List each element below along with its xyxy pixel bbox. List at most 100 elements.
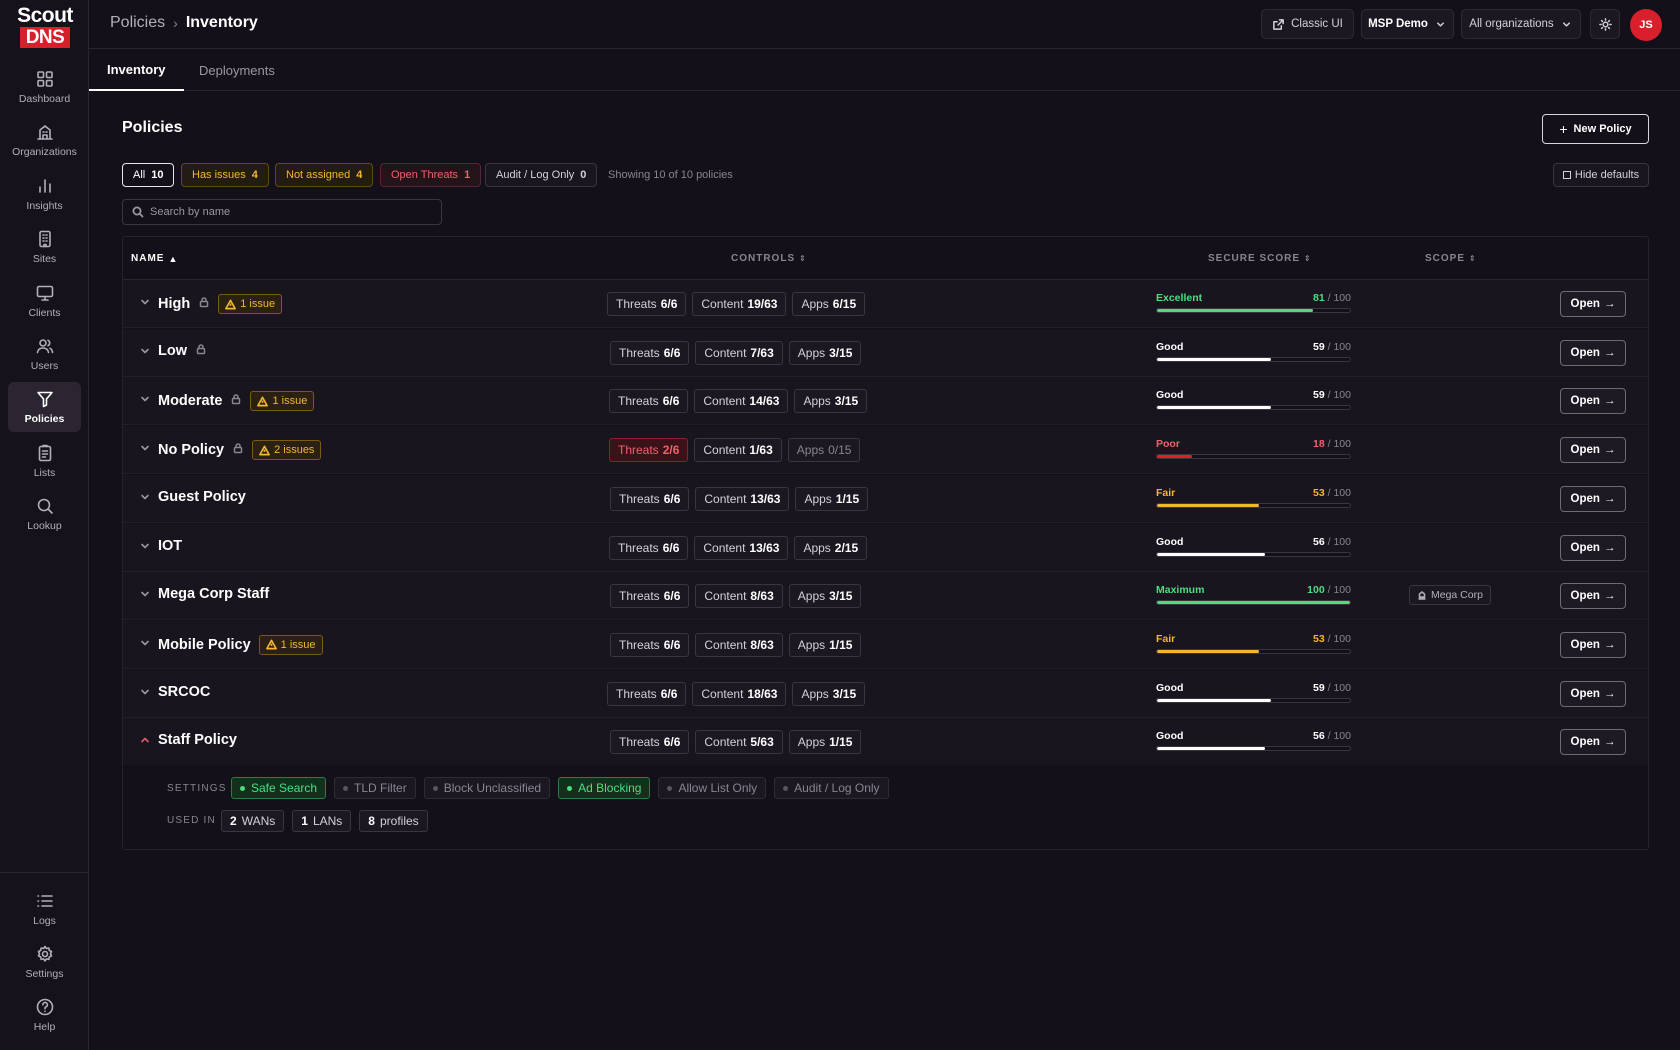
user-avatar[interactable]: JS bbox=[1630, 9, 1662, 41]
policy-name[interactable]: Mobile Policy bbox=[158, 637, 251, 653]
policy-name[interactable]: SRCOC bbox=[158, 684, 210, 700]
column-scope[interactable]: SCOPE ⇕ bbox=[1425, 253, 1477, 264]
open-policy-button[interactable]: Open → bbox=[1560, 583, 1626, 610]
content-control[interactable]: Content 7/63 bbox=[695, 340, 783, 365]
hide-defaults-toggle[interactable]: Hide defaults bbox=[1553, 163, 1649, 187]
policy-name[interactable]: Low bbox=[158, 343, 187, 359]
issue-badge[interactable]: 1 issue bbox=[258, 634, 323, 655]
table-row[interactable]: SRCOC Threats 6/6 Content 18/63 Apps 3/15 Good 5… bbox=[123, 669, 1648, 718]
sidebar-item-help[interactable]: Help bbox=[8, 990, 81, 1040]
classic-ui-button[interactable]: Classic UI bbox=[1261, 9, 1354, 39]
used-in-chip[interactable]: 2 WANs bbox=[221, 810, 285, 832]
policy-name[interactable]: Mega Corp Staff bbox=[158, 586, 269, 602]
filter-all[interactable]: All 10 bbox=[122, 163, 175, 187]
chevron-down-icon[interactable] bbox=[139, 588, 153, 602]
column-controls[interactable]: CONTROLS ⇕ bbox=[731, 253, 807, 264]
apps-control[interactable]: Apps 3/15 bbox=[788, 340, 862, 365]
chevron-down-icon[interactable] bbox=[139, 442, 153, 456]
sidebar-item-logs[interactable]: Logs bbox=[8, 884, 81, 934]
apps-control[interactable]: Apps 3/15 bbox=[792, 681, 866, 706]
filter-has-issues[interactable]: Has issues 4 bbox=[181, 163, 269, 187]
tab-inventory[interactable]: Inventory bbox=[89, 49, 184, 91]
sidebar-item-settings[interactable]: Settings bbox=[8, 937, 81, 987]
filter-open-threats[interactable]: Open Threats 1 bbox=[380, 163, 482, 187]
policy-name[interactable]: IOT bbox=[158, 538, 182, 554]
sidebar-item-organizations[interactable]: Organizations bbox=[8, 115, 81, 165]
table-row[interactable]: Moderate 1 issue Threats 6/6 Content 14/63 App… bbox=[123, 377, 1648, 426]
chevron-down-icon[interactable] bbox=[139, 296, 153, 310]
table-row[interactable]: Guest Policy Threats 6/6 Content 13/63 Apps 1/… bbox=[123, 474, 1648, 523]
chevron-down-icon[interactable] bbox=[139, 637, 153, 651]
tab-deployments[interactable]: Deployments bbox=[181, 49, 293, 91]
threats-control[interactable]: Threats 6/6 bbox=[610, 730, 690, 755]
content-control[interactable]: Content 8/63 bbox=[695, 584, 783, 609]
content-control[interactable]: Content 1/63 bbox=[694, 438, 782, 463]
apps-control[interactable]: Apps 2/15 bbox=[794, 535, 868, 560]
threats-control[interactable]: Threats 6/6 bbox=[610, 632, 690, 657]
content-control[interactable]: Content 18/63 bbox=[692, 681, 787, 706]
apps-control[interactable]: Apps 1/15 bbox=[795, 486, 869, 511]
sidebar-item-policies[interactable]: Policies bbox=[8, 382, 81, 432]
table-row[interactable]: IOT Threats 6/6 Content 13/63 Apps 2/15 Good 56 … bbox=[123, 523, 1648, 572]
chevron-down-icon[interactable] bbox=[139, 686, 153, 700]
policy-name[interactable]: High bbox=[158, 296, 190, 312]
content-control[interactable]: Content 14/63 bbox=[694, 389, 789, 414]
threats-control[interactable]: Threats 6/6 bbox=[607, 292, 687, 316]
breadcrumb-policies[interactable]: Policies bbox=[110, 14, 165, 32]
content-control[interactable]: Content 19/63 bbox=[692, 292, 787, 316]
filter-audit-log-only[interactable]: Audit / Log Only 0 bbox=[485, 163, 598, 187]
chevron-down-icon[interactable] bbox=[139, 393, 153, 407]
used-in-chip[interactable]: 8 profiles bbox=[359, 810, 428, 832]
scope-badge[interactable]: Mega Corp bbox=[1409, 585, 1491, 606]
open-policy-button[interactable]: Open → bbox=[1560, 485, 1626, 512]
threats-control[interactable]: Threats 6/6 bbox=[609, 535, 689, 560]
apps-control[interactable]: Apps 3/15 bbox=[788, 584, 862, 609]
sidebar-item-dashboard[interactable]: Dashboard bbox=[8, 62, 81, 112]
sidebar-item-insights[interactable]: Insights bbox=[8, 169, 81, 219]
setting-chip[interactable]: TLD Filter bbox=[334, 777, 416, 799]
table-row[interactable]: Mobile Policy 1 issue Threats 6/6 Content 8/6… bbox=[123, 620, 1648, 669]
apps-control[interactable]: Apps 0/15 bbox=[787, 438, 861, 463]
setting-chip[interactable]: Block Unclassified bbox=[423, 777, 551, 799]
threats-control[interactable]: Threats 6/6 bbox=[607, 681, 687, 706]
column-name[interactable]: NAME ▲ bbox=[131, 253, 178, 264]
threats-control[interactable]: Threats 6/6 bbox=[610, 340, 690, 365]
open-policy-button[interactable]: Open → bbox=[1560, 680, 1626, 707]
table-row[interactable]: Mega Corp Staff Threats 6/6 Content 8/63 Apps… bbox=[123, 572, 1648, 621]
tenant-select[interactable]: MSP Demo bbox=[1361, 9, 1454, 39]
table-row[interactable]: Staff Policy Threats 6/6 Content 5/63 Apps 1/1… bbox=[123, 718, 1648, 767]
chevron-down-icon[interactable] bbox=[139, 540, 153, 554]
sidebar-item-clients[interactable]: Clients bbox=[8, 276, 81, 326]
threats-control[interactable]: Threats 2/6 bbox=[609, 438, 689, 463]
content-control[interactable]: Content 13/63 bbox=[694, 535, 789, 560]
scoutdns-logo[interactable]: Scout DNS bbox=[16, 5, 74, 48]
open-policy-button[interactable]: Open → bbox=[1560, 339, 1626, 366]
content-control[interactable]: Content 5/63 bbox=[695, 730, 783, 755]
organization-select[interactable]: All organizations bbox=[1461, 9, 1581, 39]
used-in-chip[interactable]: 1 LANs bbox=[292, 810, 352, 832]
chevron-down-icon[interactable] bbox=[139, 491, 153, 505]
issue-badge[interactable]: 2 issues bbox=[252, 440, 322, 461]
policy-name[interactable]: Guest Policy bbox=[158, 489, 246, 505]
new-policy-button[interactable]: + New Policy bbox=[1542, 114, 1649, 144]
filter-not-assigned[interactable]: Not assigned 4 bbox=[275, 163, 374, 187]
threats-control[interactable]: Threats 6/6 bbox=[609, 389, 689, 414]
policy-name[interactable]: Moderate bbox=[158, 393, 222, 409]
apps-control[interactable]: Apps 1/15 bbox=[788, 730, 862, 755]
sidebar-item-lists[interactable]: Lists bbox=[8, 436, 81, 486]
sidebar-item-sites[interactable]: Sites bbox=[8, 222, 81, 272]
issue-badge[interactable]: 1 issue bbox=[250, 391, 315, 412]
open-policy-button[interactable]: Open → bbox=[1560, 534, 1626, 561]
theme-toggle-button[interactable] bbox=[1590, 9, 1620, 39]
table-row[interactable]: Low Threats 6/6 Content 7/63 Apps 3/15 Good 59 /… bbox=[123, 328, 1648, 377]
setting-chip[interactable]: Audit / Log Only bbox=[774, 777, 889, 799]
threats-control[interactable]: Threats 6/6 bbox=[610, 486, 690, 511]
column-secure-score[interactable]: SECURE SCORE ⇕ bbox=[1208, 253, 1312, 264]
search-input[interactable] bbox=[150, 206, 430, 218]
open-policy-button[interactable]: Open → bbox=[1560, 437, 1626, 464]
chevron-up-icon[interactable] bbox=[139, 734, 153, 748]
chevron-down-icon[interactable] bbox=[139, 345, 153, 359]
open-policy-button[interactable]: Open → bbox=[1560, 291, 1626, 317]
apps-control[interactable]: Apps 1/15 bbox=[788, 632, 862, 657]
open-policy-button[interactable]: Open → bbox=[1560, 631, 1626, 658]
